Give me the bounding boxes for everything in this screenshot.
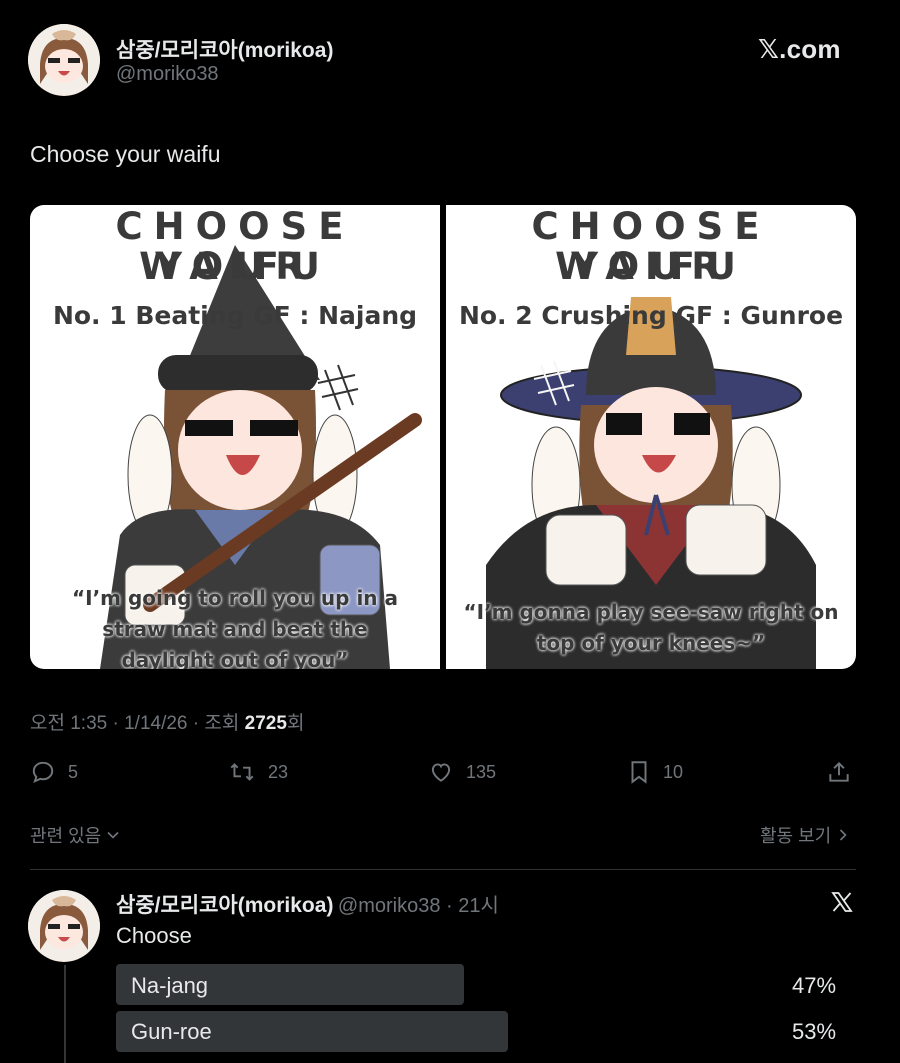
tweet-text: Choose your waifu <box>30 141 221 167</box>
avatar-illustration <box>28 24 100 96</box>
reply-button[interactable]: 5 <box>30 759 78 785</box>
related-label: 관련 있음 <box>30 826 102 846</box>
panel-quote-line3: daylight out of you” <box>121 648 349 669</box>
poll-option-label: Na-jang <box>131 973 209 998</box>
like-count: 135 <box>466 761 497 782</box>
chevron-right-icon <box>840 829 847 841</box>
like-button[interactable]: 135 <box>428 759 496 785</box>
bookmark-icon <box>631 761 647 784</box>
reply-count: 5 <box>68 761 79 782</box>
poll-option-percent: 53% <box>792 1019 837 1044</box>
reply-time[interactable]: 21시 <box>458 895 499 917</box>
reply-text: Choose <box>116 923 192 948</box>
panel-title-line2: WAIFU <box>139 245 331 288</box>
x-logo-icon[interactable] <box>830 890 854 914</box>
reply-header: 삼중/모리코아(morikoa) @moriko38 · 21시 <box>116 889 499 919</box>
views-count: 2725 <box>244 713 287 734</box>
tweet-time[interactable]: 오전 1:35 <box>30 713 107 734</box>
panel-title-line2: WAIFU <box>555 245 747 288</box>
avatar-illustration <box>28 890 100 962</box>
panel-quote-line1: “I’m going to roll you up in a <box>71 586 398 610</box>
tweet-date[interactable]: 1/14/26 <box>124 713 187 734</box>
divider <box>30 869 856 870</box>
reply-display-name[interactable]: 삼중/모리코아(morikoa) <box>116 894 333 917</box>
like-icon <box>431 763 451 782</box>
reply-handle[interactable]: @moriko38 <box>338 895 441 917</box>
panel-subtitle: No. 2 Crushing GF : Gunroe <box>458 301 844 330</box>
reply-separator: · <box>440 895 459 917</box>
related-toggle[interactable]: 관련 있음 <box>30 822 121 848</box>
poll-option-percent: 47% <box>792 973 837 998</box>
panel-quote-line2: top of your knees~” <box>536 631 766 655</box>
retweet-count: 23 <box>268 761 289 782</box>
panel-quote-line1: “I’m gonna play see-saw right on <box>463 600 839 624</box>
reply-icon <box>32 761 54 783</box>
panel-quote-line2: straw mat and beat the <box>102 617 368 641</box>
poll-option-label: Gun-roe <box>131 1019 212 1044</box>
activity-link[interactable]: 활동 보기 <box>760 822 851 848</box>
bookmark-button[interactable]: 10 <box>627 759 683 785</box>
share-button[interactable] <box>826 759 852 785</box>
meta-separator: · <box>107 713 125 734</box>
media-grid[interactable]: CHOOSE YOUR WAIFU No. 1 Beating GF : Naj… <box>30 205 856 669</box>
media-image-left[interactable]: CHOOSE YOUR WAIFU No. 1 Beating GF : Naj… <box>30 205 440 669</box>
panel-subtitle: No. 1 Beating GF : Najang <box>52 301 418 330</box>
handle[interactable]: @moriko38 <box>116 63 219 86</box>
views-prefix: 조회 <box>204 713 245 734</box>
tweet-meta: 오전 1:35 · 1/14/26 · 조회 2725회 <box>30 708 304 735</box>
x-com-logo[interactable]: 𝕏.com <box>758 34 841 65</box>
views-suffix: 회 <box>286 713 305 734</box>
share-icon <box>829 761 849 782</box>
avatar[interactable] <box>28 24 100 96</box>
media-image-right[interactable]: CHOOSE YOUR WAIFU No. 2 Crushing GF : Gu… <box>446 205 856 669</box>
retweet-icon <box>230 763 254 781</box>
activity-label: 활동 보기 <box>760 826 832 846</box>
reply-avatar[interactable] <box>28 890 100 962</box>
retweet-button[interactable]: 23 <box>228 759 288 785</box>
display-name[interactable]: 삼중/모리코아(morikoa) <box>116 34 333 64</box>
thread-line <box>64 965 66 1063</box>
bookmark-count: 10 <box>663 761 684 782</box>
chevron-down-icon <box>107 831 119 839</box>
meta-separator: · <box>187 713 205 734</box>
